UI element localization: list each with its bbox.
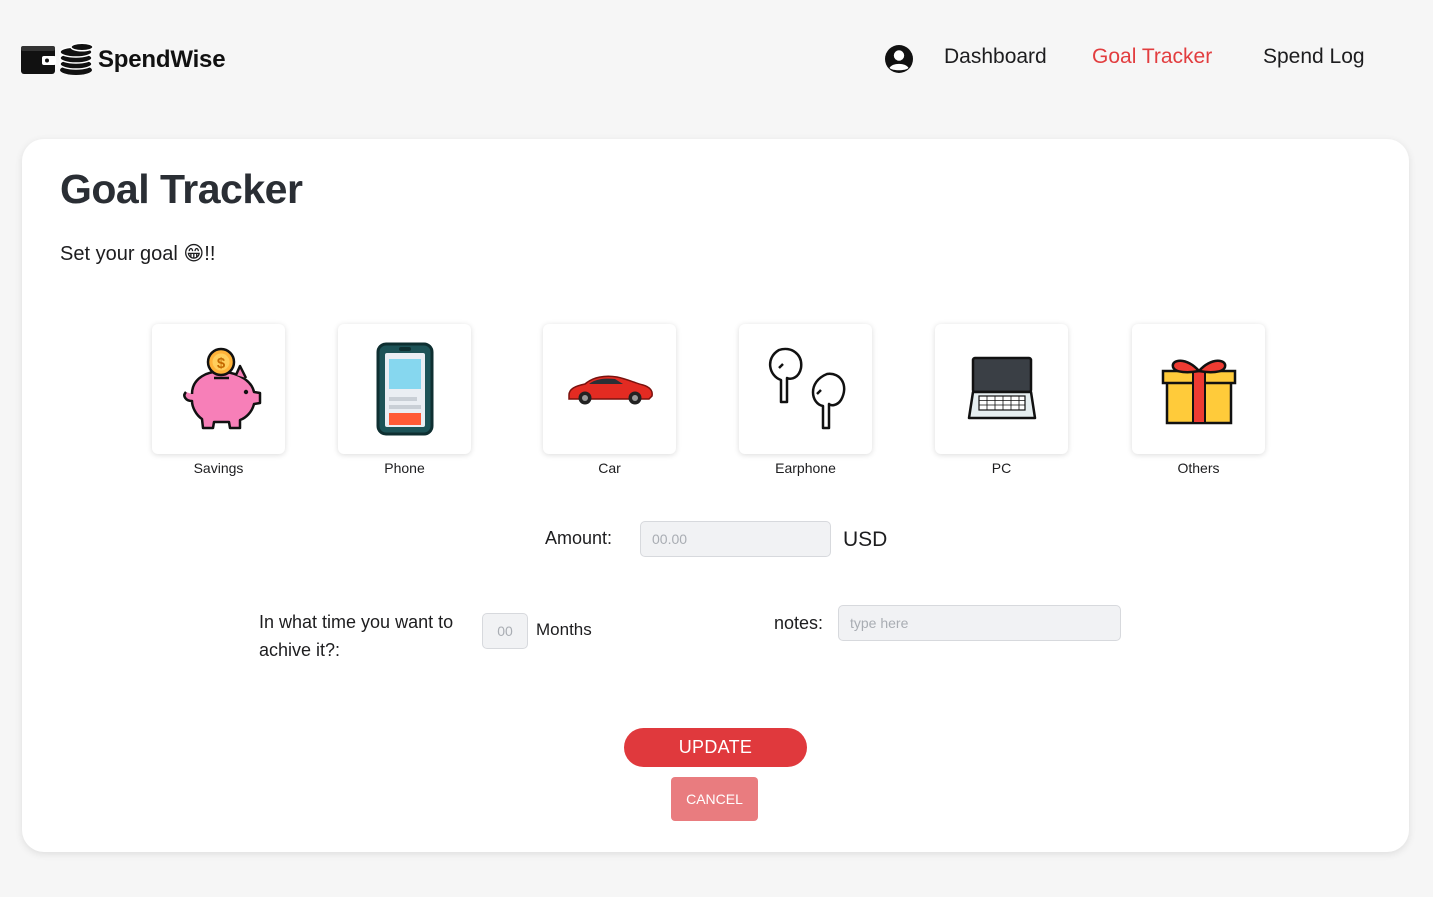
nav-spend-log[interactable]: Spend Log [1263, 45, 1365, 69]
category-phone[interactable]: Phone [338, 324, 471, 476]
amount-label: Amount: [545, 528, 613, 548]
phone-icon [376, 342, 433, 436]
car-icon [567, 375, 653, 405]
update-button[interactable]: UPDATE [624, 728, 807, 767]
category-tile[interactable]: $ [152, 324, 285, 454]
category-tile[interactable] [739, 324, 872, 454]
months-input[interactable] [482, 613, 528, 649]
category-label: Phone [384, 460, 425, 476]
laptop-icon [967, 356, 1036, 420]
goal-tracker-card: Goal Tracker Set your goal 😁!! $ Savings [22, 139, 1409, 852]
category-savings[interactable]: $ Savings [152, 324, 285, 476]
category-tile[interactable] [338, 324, 471, 454]
category-tile[interactable] [543, 324, 676, 454]
category-others[interactable]: Others [1132, 324, 1265, 476]
category-tile[interactable] [935, 324, 1068, 454]
brand-name: SpendWise [98, 46, 226, 73]
category-label: Earphone [775, 460, 836, 476]
category-label: Others [1177, 460, 1220, 476]
earphone-icon [768, 347, 845, 430]
time-label-line2: achive it?: [259, 640, 341, 660]
cancel-button[interactable]: CANCEL [671, 777, 758, 821]
category-car[interactable]: Car [543, 324, 676, 476]
notes-label: notes: [774, 613, 824, 633]
amount-input[interactable] [640, 521, 831, 557]
gift-icon [1161, 359, 1236, 425]
page-title: Goal Tracker [60, 166, 303, 212]
svg-text:$: $ [216, 355, 225, 372]
category-pc[interactable]: PC [935, 324, 1068, 476]
nav-goal-tracker[interactable]: Goal Tracker [1092, 45, 1212, 69]
user-circle-icon[interactable] [884, 44, 914, 74]
piggy-bank-icon: $ [182, 347, 261, 430]
brand-logo[interactable]: SpendWise [20, 42, 226, 78]
months-unit: Months [536, 620, 592, 639]
page-subtitle: Set your goal 😁!! [60, 243, 216, 265]
category-earphone[interactable]: Earphone [739, 324, 872, 476]
category-tile[interactable] [1132, 324, 1265, 454]
notes-input[interactable] [838, 605, 1121, 641]
time-label-line1: In what time you want to [259, 612, 454, 632]
category-label: Savings [193, 460, 244, 476]
category-label: PC [991, 460, 1012, 476]
category-label: Car [598, 460, 621, 476]
currency-label: USD [843, 528, 888, 551]
wallet-coins-icon [21, 42, 94, 75]
time-label: In what time you want to achive it?: [259, 608, 453, 664]
nav-dashboard[interactable]: Dashboard [944, 45, 1047, 69]
